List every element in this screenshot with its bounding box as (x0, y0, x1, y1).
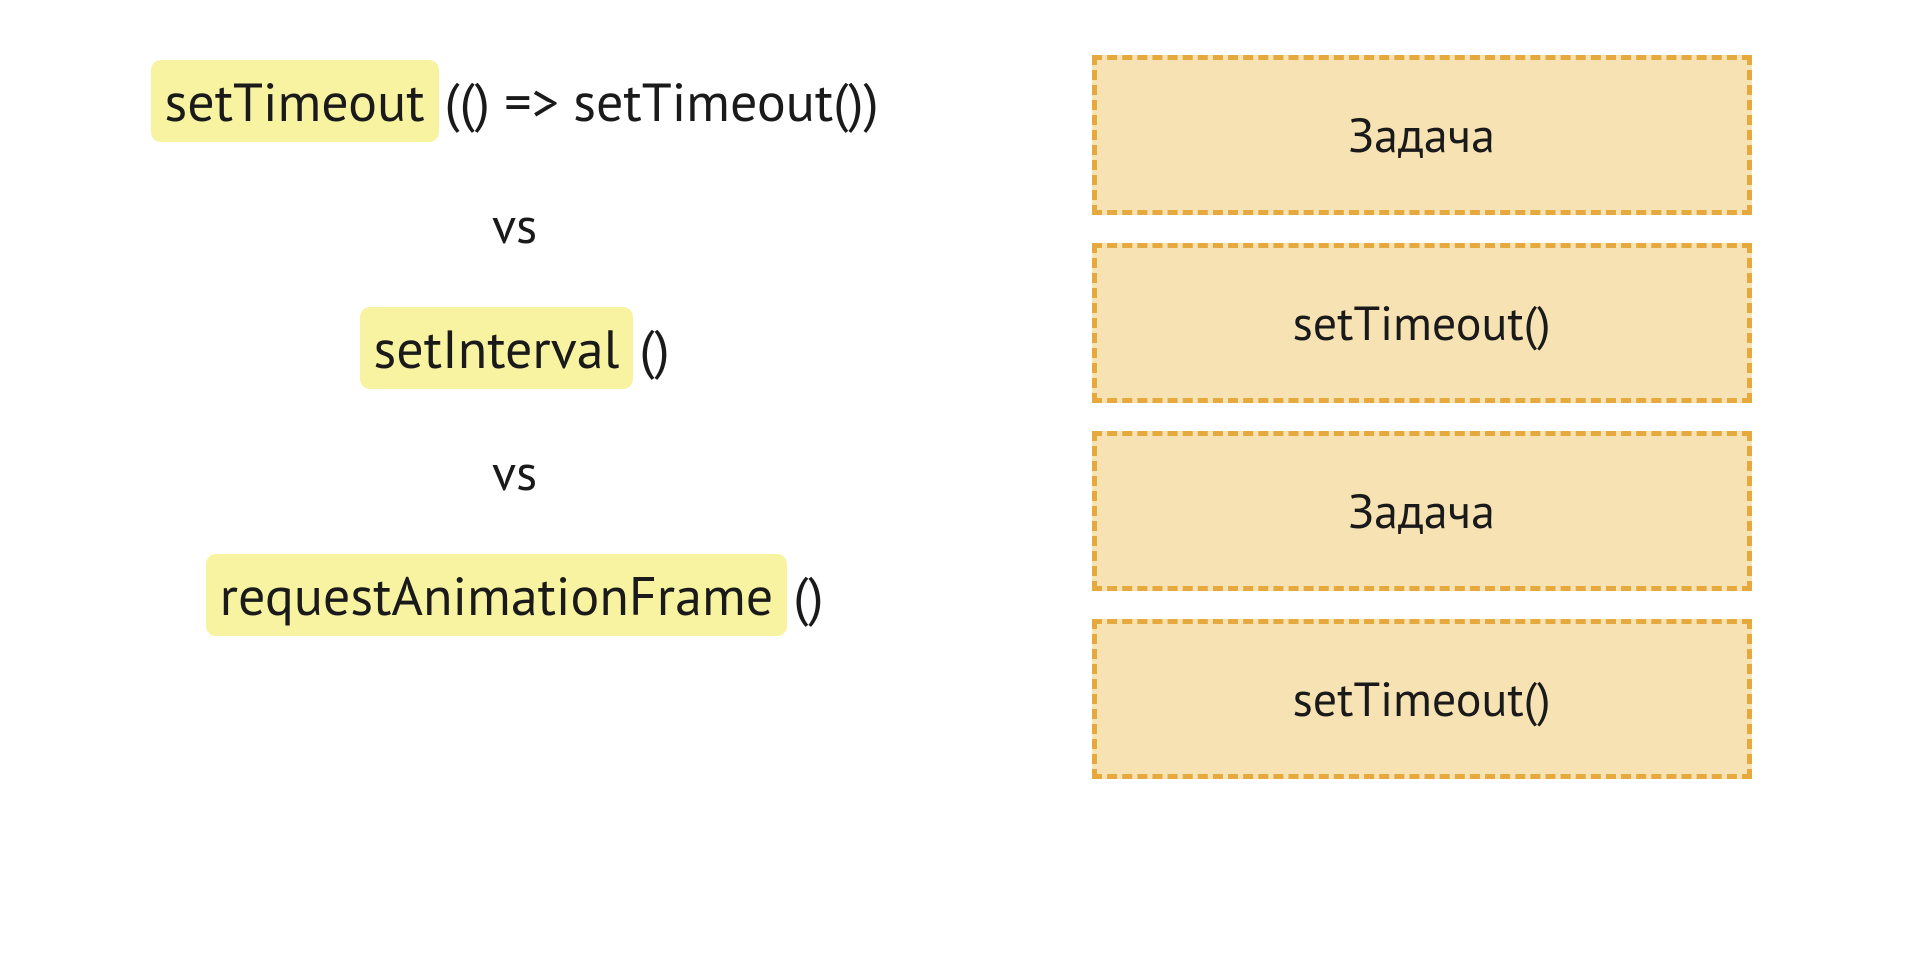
left-column: setTimeout (() => setTimeout()) vs setIn… (50, 40, 979, 930)
highlight-setinterval: setInterval (360, 307, 634, 389)
highlight-settimeout: setTimeout (151, 60, 439, 142)
task-box-1: Задача (1092, 55, 1752, 215)
code-rest-3: () (793, 560, 823, 630)
code-line-settimeout: setTimeout (() => setTimeout()) (151, 60, 879, 142)
code-rest-2: () (639, 313, 669, 383)
vs-label-2: vs (492, 439, 537, 504)
task-box-4: setTimeout() (1092, 619, 1752, 779)
task-box-2: setTimeout() (1092, 243, 1752, 403)
code-line-setinterval: setInterval () (360, 307, 670, 389)
vs-label-1: vs (492, 192, 537, 257)
task-box-3: Задача (1092, 431, 1752, 591)
code-line-raf: requestAnimationFrame () (206, 554, 824, 636)
diagram-container: setTimeout (() => setTimeout()) vs setIn… (0, 0, 1914, 970)
highlight-raf: requestAnimationFrame (206, 554, 788, 636)
code-rest-1: (() => setTimeout()) (445, 66, 879, 136)
right-column: Задача setTimeout() Задача setTimeout() (979, 40, 1864, 930)
